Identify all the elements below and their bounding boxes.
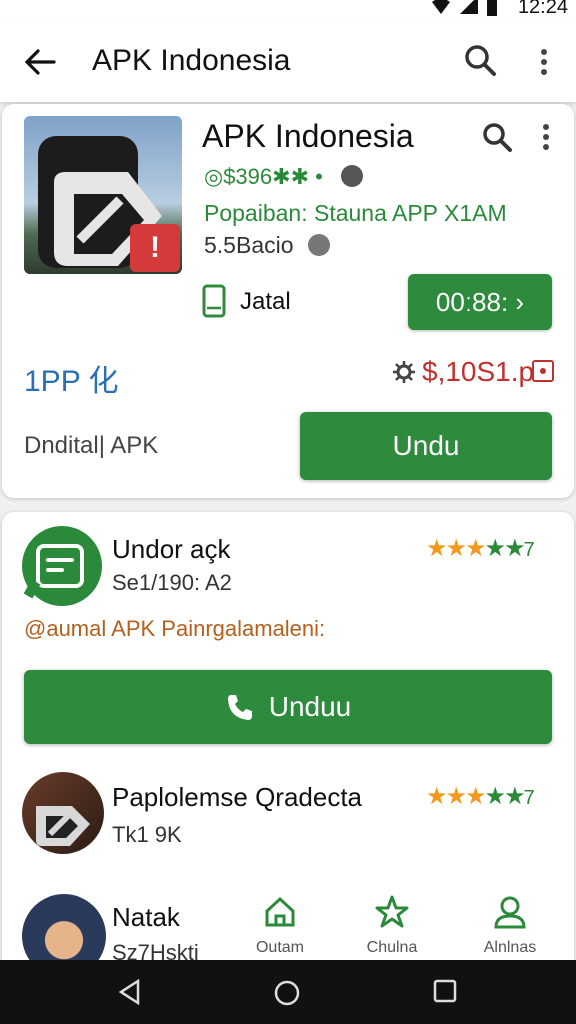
featured-meta: ◎$396✱✱ • <box>204 164 363 190</box>
back-triangle-icon[interactable] <box>116 978 144 1006</box>
featured-price: $,10S1.p <box>422 356 535 387</box>
wifi-icon <box>432 0 450 14</box>
featured-tag: 1PP 化 <box>24 365 119 398</box>
list-item-icon[interactable] <box>22 526 102 606</box>
back-arrow-icon[interactable] <box>20 42 60 82</box>
featured-meta-text: ◎$396✱✱ • <box>204 164 323 189</box>
signal-icon <box>460 0 478 14</box>
list-item-subtitle: Tk1 9K <box>112 822 182 847</box>
more-vert-icon[interactable] <box>532 44 556 80</box>
phone-icon <box>202 284 226 318</box>
download-button[interactable]: Unduu <box>24 670 552 744</box>
home-circle-icon[interactable] <box>272 978 302 1008</box>
nav-item-label: Outam <box>255 939 304 956</box>
nav-item-home[interactable]: Outam <box>240 894 320 957</box>
app-logo-icon <box>36 806 90 846</box>
featured-title: APK Indonesia <box>202 118 414 154</box>
rating-stars: ★★★★★7 <box>426 535 535 562</box>
list-item-title[interactable]: Undor açk <box>112 534 231 565</box>
featured-footer-label: Dndital| APK <box>24 432 159 459</box>
battery-icon <box>487 0 497 16</box>
status-icons <box>430 0 498 16</box>
search-icon[interactable] <box>462 42 498 78</box>
rating-stars: ★★★★★7 <box>426 783 535 810</box>
featured-developer[interactable]: Popaiban: Stauna APP X1AM <box>204 200 507 227</box>
globe-icon <box>307 234 330 256</box>
person-icon <box>494 896 526 929</box>
download-button-label: Unduu <box>268 691 352 722</box>
app-list-card: Undor açk Se1/190: A2 ★★★★★7 @aumal APK … <box>2 512 574 978</box>
system-nav-bar <box>0 960 576 1024</box>
app-bar-title: APK Indonesia <box>92 44 291 77</box>
install-label: Jatal <box>240 288 291 315</box>
more-vert-icon[interactable] <box>536 120 556 154</box>
search-icon[interactable] <box>480 120 514 154</box>
status-time: 12:24 <box>517 0 568 18</box>
app-bar: APK Indonesia <box>0 22 576 102</box>
app-badge: ! <box>130 224 180 272</box>
action-button[interactable]: 00ː88: › <box>408 274 552 330</box>
status-bar: 12:24 <box>0 0 576 22</box>
nav-item-account[interactable]: Alnlnas <box>470 894 550 957</box>
featured-size: 5.5Bacio <box>204 232 330 259</box>
featured-app-card: ! APK Indonesia ◎$396✱✱ • Popaiban: Stau… <box>2 104 574 498</box>
rating-value: 7 <box>523 539 535 561</box>
document-chat-icon <box>23 544 84 599</box>
featured-size-text: 5.5Bacio <box>204 232 294 258</box>
list-item-icon[interactable] <box>22 772 104 854</box>
download-button[interactable]: Undu <box>300 412 552 480</box>
home-icon <box>265 896 295 927</box>
gear-icon <box>393 361 415 383</box>
list-item-title[interactable]: Natak <box>112 902 180 933</box>
list-item-subtitle: Se1/190: A2 <box>112 570 232 595</box>
recents-square-icon[interactable] <box>432 978 458 1004</box>
rating-value: 7 <box>523 787 535 809</box>
info-box-icon <box>532 360 554 382</box>
nav-item-label: Chulna <box>366 939 418 956</box>
star-icon <box>375 895 409 928</box>
phone-call-icon <box>227 695 252 720</box>
list-description: @aumal APK Painrgalamaleni: <box>24 616 326 641</box>
nav-item-label: Alnlnas <box>483 939 537 956</box>
list-item-title[interactable]: Paplolemse Qradecta <box>112 782 362 813</box>
globe-icon <box>340 165 363 187</box>
nav-item-chulna[interactable]: Chulna <box>352 894 432 957</box>
